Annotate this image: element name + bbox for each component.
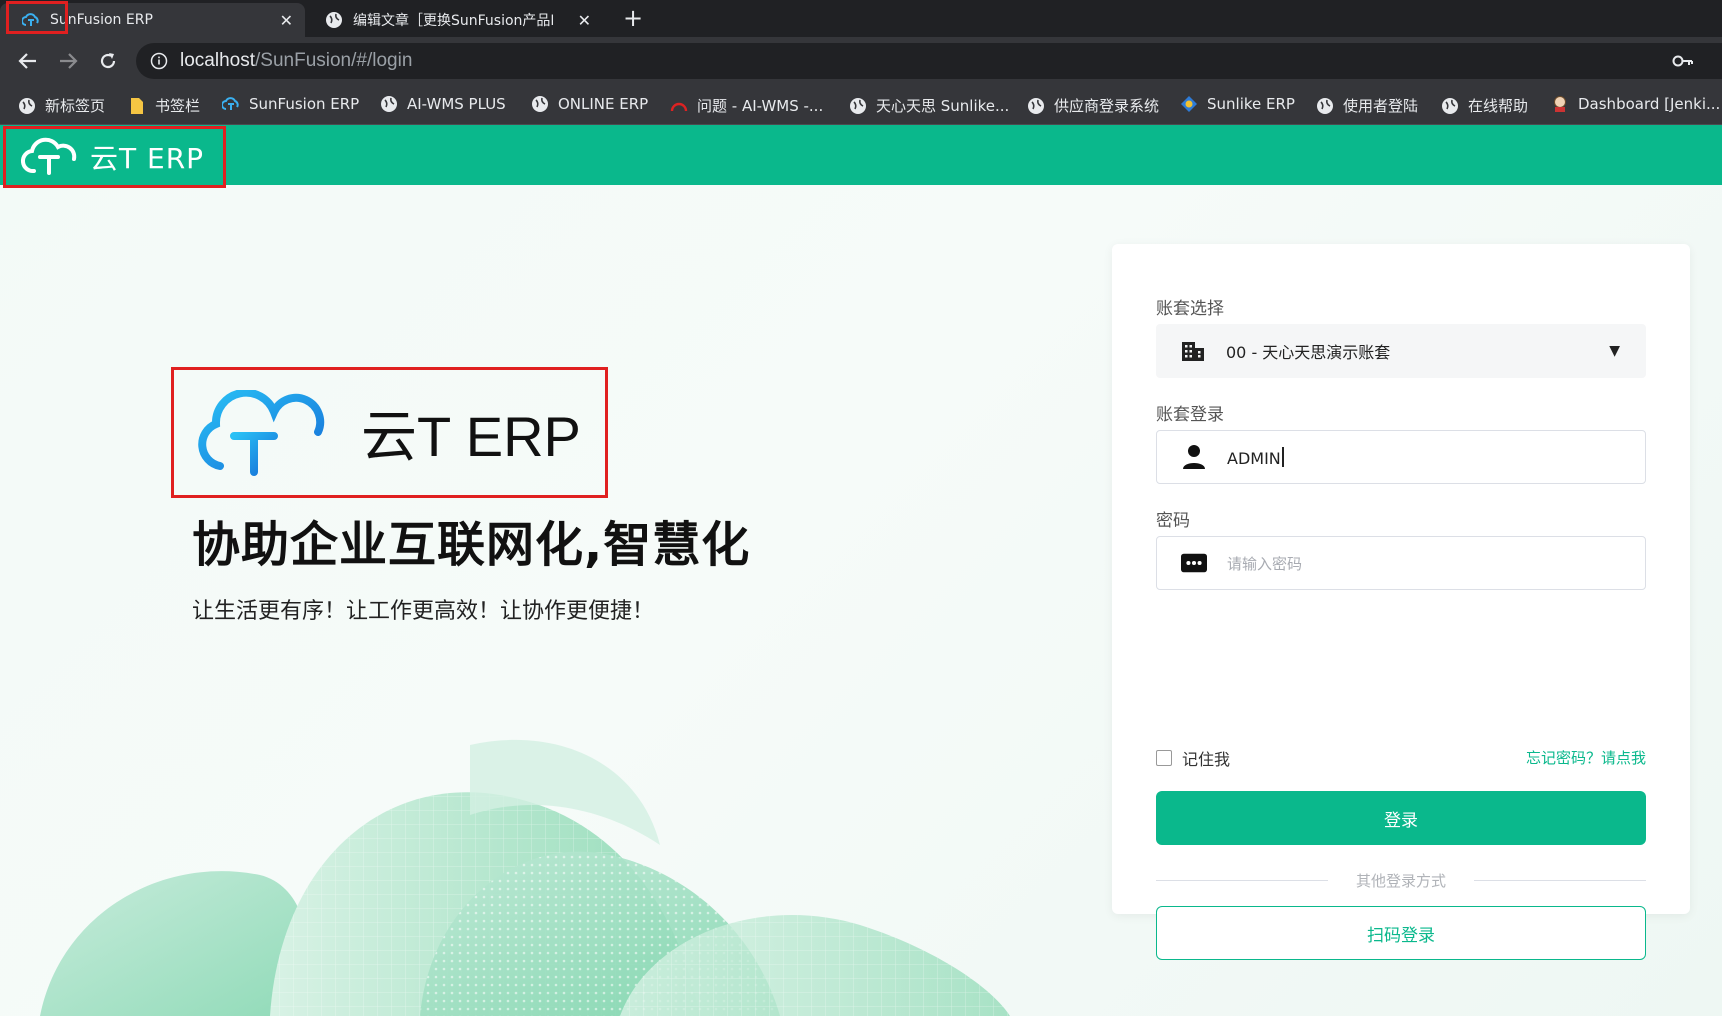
qr-login-button[interactable]: 扫码登录 xyxy=(1156,906,1646,960)
url-host: localhost xyxy=(180,50,255,71)
bookmark-label: 新标签页 xyxy=(45,97,106,115)
red-arc-icon xyxy=(670,97,688,115)
bookmark-label: 天心天思 Sunlike... xyxy=(876,97,1010,115)
globe-icon xyxy=(1316,97,1334,115)
divider-line xyxy=(1156,879,1328,881)
other-methods-divider: 其他登录方式 xyxy=(1156,870,1647,890)
bookmark-label: 使用者登陆 xyxy=(1343,97,1419,115)
browser-tab-bar: SunFusion ERP ✕ 编辑文章［更换SunFusion产品L ✕ + xyxy=(0,0,1722,37)
bookmark-item[interactable]: 问题 - AI-WMS -... xyxy=(670,95,823,116)
account-label: 账套登录 xyxy=(1156,405,1224,425)
password-placeholder: 请输入密码 xyxy=(1227,554,1303,573)
login-page: 云T ERP 云T ERP 协助企业互联网化,智慧化 让生活更有序！让工作更高效… xyxy=(0,125,1722,1016)
close-icon[interactable]: ✕ xyxy=(578,11,591,30)
forward-arrow-icon[interactable] xyxy=(54,47,82,75)
url-path: /SunFusion/#/login xyxy=(255,50,413,71)
tab-title: 编辑文章［更换SunFusion产品L xyxy=(353,13,553,29)
bookmark-label: ONLINE ERP xyxy=(558,95,649,113)
tab-title: SunFusion ERP xyxy=(50,12,153,28)
browser-nav-bar: localhost/SunFusion/#/login xyxy=(0,37,1722,85)
hero-brand-text: 云T ERP xyxy=(361,405,581,468)
app-header: 云T ERP xyxy=(0,125,1722,188)
password-input[interactable]: 请输入密码 xyxy=(1156,536,1646,590)
highlight-box xyxy=(6,1,68,34)
account-set-select[interactable]: 00 - 天心天思演示账套 ▼ xyxy=(1156,324,1646,378)
account-set-value: 00 - 天心天思演示账套 xyxy=(1226,343,1391,362)
caret-down-icon: ▼ xyxy=(1609,343,1620,359)
back-arrow-icon[interactable] xyxy=(14,47,42,75)
jenkins-icon xyxy=(1551,95,1569,113)
bookmark-label: Sunlike ERP xyxy=(1207,95,1295,113)
decorative-ribbon-illustration xyxy=(40,739,1010,1016)
bookmark-label: 在线帮助 xyxy=(1468,97,1529,115)
globe-icon xyxy=(849,97,867,115)
bookmark-item[interactable]: 供应商登录系统 xyxy=(1027,95,1159,116)
bookmark-item[interactable]: AI-WMS PLUS xyxy=(380,95,506,113)
url-text: localhost/SunFusion/#/login xyxy=(180,50,412,72)
address-bar[interactable]: localhost/SunFusion/#/login xyxy=(136,43,1722,79)
divider-line xyxy=(1474,879,1647,881)
reload-icon[interactable] xyxy=(94,47,122,75)
login-card: 账套选择 00 - 天心天思演示账套 ▼ 账套登录 ADMIN 密码 请输入密码… xyxy=(1112,244,1690,960)
user-icon xyxy=(1181,444,1207,470)
globe-icon xyxy=(380,95,398,113)
bookmark-item[interactable]: ONLINE ERP xyxy=(531,95,648,113)
globe-icon xyxy=(531,95,549,113)
header-brand-text: 云T ERP xyxy=(90,142,205,175)
globe-icon xyxy=(1441,97,1459,115)
bookmark-item[interactable]: 天心天思 Sunlike... xyxy=(849,95,1009,116)
remember-me[interactable]: 记住我 xyxy=(1156,746,1230,770)
header-logo[interactable]: 云T ERP xyxy=(3,126,226,188)
key-icon[interactable] xyxy=(1672,51,1694,71)
bookmark-item[interactable]: 书签栏 xyxy=(128,95,200,116)
cloud-icon xyxy=(222,95,240,113)
hero-subtitle: 让生活更有序！让工作更高效！让协作更便捷！ xyxy=(192,599,655,624)
bookmark-label: 书签栏 xyxy=(155,97,201,115)
close-icon[interactable]: ✕ xyxy=(280,11,293,30)
bookmark-label: Dashboard [Jenki... xyxy=(1578,95,1721,113)
globe-icon xyxy=(1027,97,1045,115)
account-set-label: 账套选择 xyxy=(1156,299,1224,319)
forgot-password-link[interactable]: 忘记密码？请点我 xyxy=(1526,747,1646,768)
info-icon[interactable] xyxy=(150,52,168,70)
account-input[interactable]: ADMIN xyxy=(1156,430,1646,484)
bookmark-label: 供应商登录系统 xyxy=(1054,97,1160,115)
hero-logo: 云T ERP xyxy=(171,367,608,498)
bookmark-item[interactable]: Sunlike ERP xyxy=(1180,95,1295,113)
bookmark-item[interactable]: 新标签页 xyxy=(18,95,105,116)
cloud-logo-icon xyxy=(198,389,325,476)
text-cursor xyxy=(1281,446,1284,467)
bookmarks-bar: 新标签页 书签栏 SunFusion ERP AI-WMS PLUS ONLIN… xyxy=(0,85,1722,125)
building-icon xyxy=(1180,338,1206,364)
remember-label: 记住我 xyxy=(1182,750,1231,769)
folder-icon xyxy=(128,97,146,115)
other-methods-text: 其他登录方式 xyxy=(1356,871,1447,890)
new-tab-button[interactable]: + xyxy=(623,4,643,32)
remember-checkbox[interactable] xyxy=(1156,750,1172,766)
sunlike-icon xyxy=(1180,95,1198,113)
hero-title: 协助企业互联网化,智慧化 xyxy=(192,517,751,573)
cloud-logo-icon xyxy=(21,137,77,175)
bookmark-label: SunFusion ERP xyxy=(249,95,360,113)
bookmark-item[interactable]: Dashboard [Jenki... xyxy=(1551,95,1720,113)
bookmark-label: AI-WMS PLUS xyxy=(407,95,506,113)
password-label: 密码 xyxy=(1156,511,1190,531)
password-dots-icon xyxy=(1181,550,1207,576)
bookmark-label: 问题 - AI-WMS -... xyxy=(697,97,824,115)
account-value: ADMIN xyxy=(1227,446,1284,468)
account-value-text: ADMIN xyxy=(1227,448,1281,468)
bookmark-item[interactable]: SunFusion ERP xyxy=(222,95,359,113)
tab-edit-article[interactable]: 编辑文章［更换SunFusion产品L ✕ xyxy=(313,3,603,37)
globe-icon xyxy=(325,11,343,29)
globe-icon xyxy=(18,97,36,115)
bookmark-item[interactable]: 使用者登陆 xyxy=(1316,95,1418,116)
login-button[interactable]: 登录 xyxy=(1156,791,1646,845)
bookmark-item[interactable]: 在线帮助 xyxy=(1441,95,1528,116)
